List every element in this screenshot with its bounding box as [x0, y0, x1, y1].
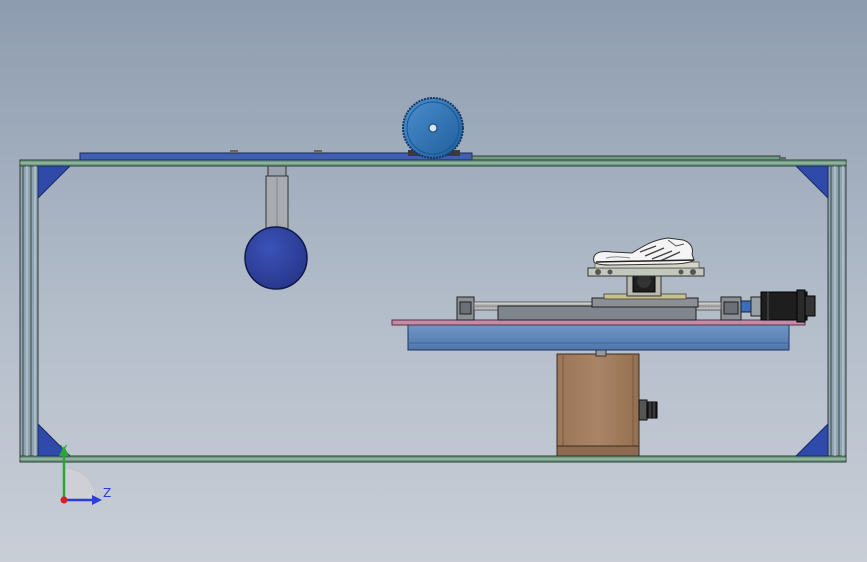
saw-wheel[interactable] [402, 97, 464, 159]
corner-gusset-bottom-right [794, 422, 829, 457]
triad-y-label: Y [59, 443, 68, 457]
corner-gusset-top-right [794, 165, 829, 200]
left-post [19, 165, 39, 457]
corner-gusset-top-left [37, 165, 72, 200]
gearbox [556, 353, 640, 457]
shoe-fixture[interactable] [587, 261, 705, 297]
rotary-table [407, 324, 790, 351]
triad-z-label: Z [103, 486, 111, 500]
view-triad: Y Z [59, 443, 111, 505]
turntable[interactable] [391, 319, 806, 457]
servo-motor [760, 289, 816, 323]
shoe-model[interactable] [593, 237, 695, 266]
pendulum-arm[interactable] [244, 165, 308, 290]
gearbox-motor [638, 399, 658, 421]
carriage [497, 305, 697, 321]
base-plate [391, 319, 806, 326]
cad-model-canvas[interactable]: Y Z [0, 0, 867, 562]
pendulum-disc [244, 226, 308, 290]
cad-viewport[interactable]: Y Z [0, 0, 867, 562]
right-post [827, 165, 847, 457]
triad-origin [60, 496, 68, 504]
